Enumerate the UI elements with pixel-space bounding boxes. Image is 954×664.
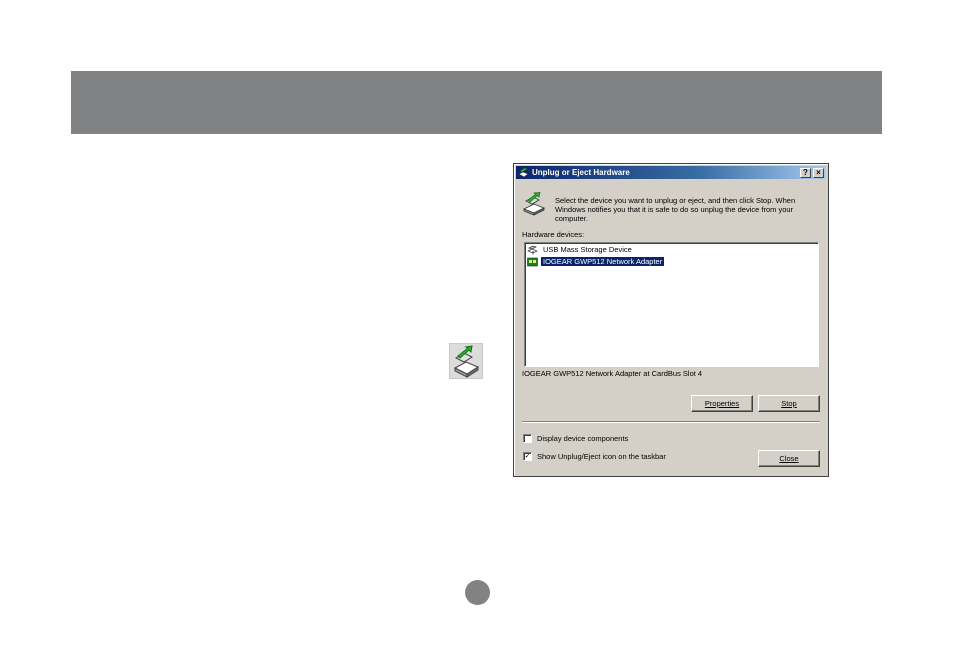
stop-button[interactable]: Stop — [758, 395, 820, 412]
show-icon-checkbox[interactable]: ✓ — [523, 452, 532, 461]
show-icon-label: Show Unplug/Eject icon on the taskbar — [537, 452, 666, 461]
dialog-separator — [522, 421, 820, 423]
display-components-checkbox[interactable] — [523, 434, 532, 443]
dialog-titlebar[interactable]: Unplug or Eject Hardware ? × — [516, 166, 826, 179]
page-number-dot — [465, 580, 490, 605]
unplug-title-icon — [518, 167, 529, 178]
device-label-usb: USB Mass Storage Device — [543, 245, 632, 254]
hardware-devices-list[interactable]: USB Mass Storage Device IOGEAR GWP512 Ne… — [524, 242, 819, 367]
device-label-network: IOGEAR GWP512 Network Adapter — [539, 256, 666, 267]
display-components-row[interactable]: Display device components — [523, 434, 628, 443]
properties-button[interactable]: Properties — [691, 395, 753, 412]
dialog-title: Unplug or Eject Hardware — [532, 168, 630, 177]
display-components-label: Display device components — [537, 434, 629, 443]
close-icon[interactable]: × — [813, 167, 824, 178]
hardware-devices-label: Hardware devices: — [522, 230, 585, 239]
unplug-eject-icon — [449, 343, 483, 379]
list-item[interactable]: IOGEAR GWP512 Network Adapter — [527, 256, 666, 267]
network-adapter-icon — [527, 257, 538, 266]
list-item[interactable]: USB Mass Storage Device — [527, 244, 634, 255]
device-status-text: IOGEAR GWP512 Network Adapter at CardBus… — [522, 369, 703, 378]
instructions-text: Select the device you want to unplug or … — [555, 196, 796, 223]
help-button[interactable]: ? — [800, 167, 811, 178]
unplug-eject-dialog: Unplug or Eject Hardware ? × Select the … — [513, 163, 829, 477]
header-band — [71, 71, 882, 134]
usb-storage-icon — [527, 245, 538, 254]
show-icon-row[interactable]: ✓ Show Unplug/Eject icon on the taskbar — [523, 452, 666, 461]
eject-hardware-icon — [523, 192, 545, 216]
close-button[interactable]: Close — [758, 450, 820, 467]
